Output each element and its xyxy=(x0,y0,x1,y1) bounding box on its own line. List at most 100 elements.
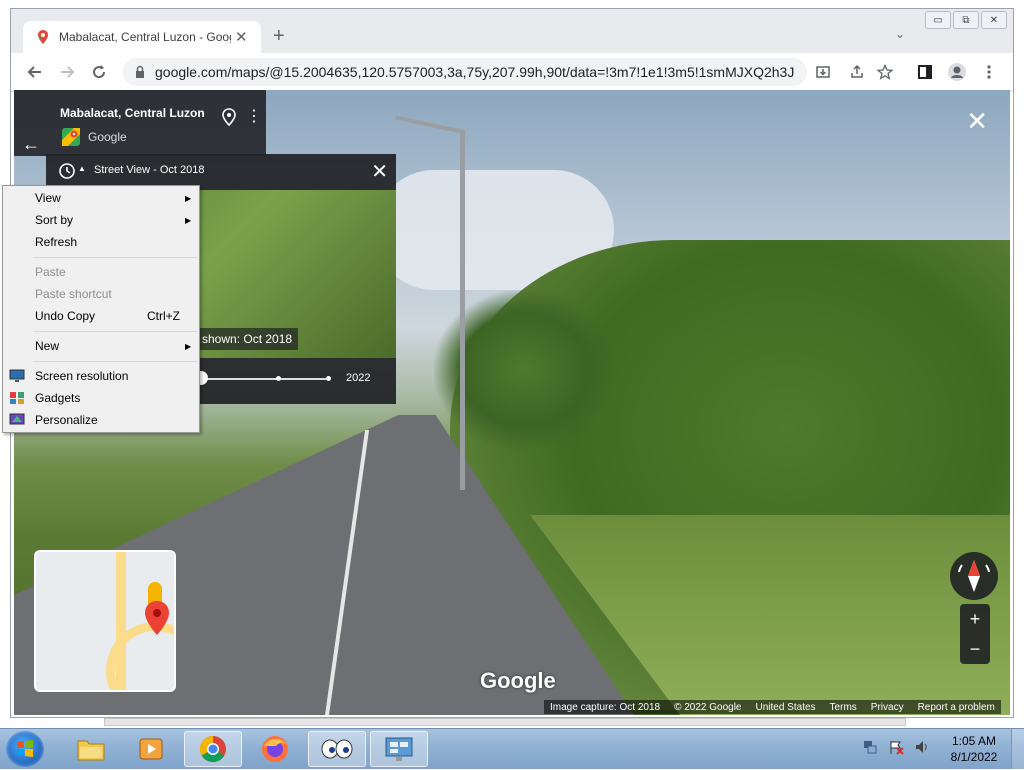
zoom-in-button[interactable]: + xyxy=(960,604,990,634)
time-machine-header: ▲ Street View - Oct 2018 ✕ xyxy=(46,154,396,186)
volume-icon[interactable] xyxy=(914,739,930,755)
close-time-machine-icon[interactable]: ✕ xyxy=(371,159,388,184)
shortcut-label: Ctrl+Z xyxy=(147,309,180,323)
menu-item-new[interactable]: New ▶ xyxy=(3,335,199,357)
more-options-icon[interactable]: ⋮ xyxy=(246,106,262,126)
firefox-icon xyxy=(262,736,288,762)
menu-item-gadgets[interactable]: Gadgets xyxy=(3,387,199,409)
menu-item-undo-copy[interactable]: Undo Copy Ctrl+Z xyxy=(3,305,199,327)
place-subtitle: Google xyxy=(88,130,127,144)
menu-item-paste-shortcut: Paste shortcut xyxy=(35,287,112,301)
url-text: google.com/maps/@15.2004635,120.5757003,… xyxy=(155,64,795,80)
copyright-text: © 2022 Google xyxy=(674,701,742,713)
monitor-icon xyxy=(9,369,25,382)
menu-kebab-icon[interactable] xyxy=(977,60,1001,84)
terms-link[interactable]: Terms xyxy=(830,702,857,713)
slider-track[interactable] xyxy=(196,378,328,380)
media-player-icon xyxy=(139,738,163,760)
menu-separator xyxy=(33,257,197,258)
show-desktop-button[interactable] xyxy=(1011,729,1024,769)
slider-tick[interactable] xyxy=(276,376,281,381)
taskbar-media-player[interactable] xyxy=(122,731,180,767)
location-pin-icon xyxy=(145,601,169,635)
slider-tick[interactable] xyxy=(326,376,331,381)
country-link[interactable]: United States xyxy=(756,702,816,713)
browser-tab[interactable]: Mabalacat, Central Luzon - Google Maps ✕ xyxy=(23,21,261,53)
action-center-flag-icon[interactable] xyxy=(888,739,904,755)
taskbar-clock[interactable]: 1:05 AM 8/1/2022 xyxy=(946,733,1002,765)
minimap[interactable] xyxy=(34,550,176,692)
compass-icon[interactable] xyxy=(950,552,998,600)
tab-close-icon[interactable]: ✕ xyxy=(235,28,248,46)
google-maps-logo-icon xyxy=(62,128,80,146)
close-street-view-icon[interactable]: ✕ xyxy=(966,106,988,137)
menu-separator xyxy=(33,331,197,332)
side-panel-icon[interactable] xyxy=(913,60,937,84)
taskbar-chrome[interactable] xyxy=(184,731,242,767)
zoom-control: + − xyxy=(960,604,990,664)
history-clock-icon[interactable] xyxy=(58,162,76,180)
tab-search-icon[interactable]: ⌄ xyxy=(895,27,905,41)
taskbar-eyes-app[interactable] xyxy=(308,731,366,767)
system-tray xyxy=(862,739,930,755)
taskbar-firefox[interactable] xyxy=(246,731,304,767)
google-watermark: Google xyxy=(480,668,556,693)
map-pin-icon[interactable] xyxy=(222,108,236,129)
start-button[interactable] xyxy=(6,731,44,767)
desktop-context-menu: View ▶ Sort by ▶ Refresh Paste Paste sho… xyxy=(2,185,200,433)
privacy-link[interactable]: Privacy xyxy=(871,702,904,713)
bookmark-star-icon[interactable] xyxy=(873,60,897,84)
menu-item-screen-resolution[interactable]: Screen resolution xyxy=(3,365,199,387)
submenu-arrow-icon: ▶ xyxy=(185,215,192,225)
back-arrow-icon[interactable]: ← xyxy=(22,134,40,155)
caret-up-icon[interactable]: ▲ xyxy=(78,164,86,173)
eyes-icon xyxy=(321,739,353,759)
menu-item-personalize[interactable]: Personalize xyxy=(3,409,199,431)
horizontal-scrollbar[interactable] xyxy=(104,718,906,726)
submenu-arrow-icon: ▶ xyxy=(185,193,192,203)
profile-avatar-icon[interactable] xyxy=(945,60,969,84)
time-machine-title: Street View - Oct 2018 xyxy=(94,164,205,176)
menu-item-paste: Paste xyxy=(35,265,66,279)
maximize-button[interactable]: ⧉ xyxy=(953,11,979,29)
lock-icon xyxy=(136,65,144,78)
install-icon[interactable] xyxy=(811,60,835,84)
back-icon[interactable] xyxy=(23,60,47,84)
menu-item-view[interactable]: View ▶ xyxy=(3,187,199,209)
map-footer: Image capture: Oct 2018 © 2022 Google Un… xyxy=(544,700,1001,714)
street-lamp-arm xyxy=(395,115,465,134)
taskbar: 1:05 AM 8/1/2022 xyxy=(0,728,1024,769)
report-problem-link[interactable]: Report a problem xyxy=(918,702,995,713)
share-icon[interactable] xyxy=(845,60,869,84)
shown-date-label: shown: Oct 2018 xyxy=(196,328,299,350)
forward-icon[interactable] xyxy=(55,60,79,84)
reload-icon[interactable] xyxy=(87,60,111,84)
new-tab-icon[interactable]: + xyxy=(273,25,285,48)
menu-separator xyxy=(33,361,197,362)
tab-title: Mabalacat, Central Luzon - Google Maps xyxy=(59,30,231,44)
menu-item-sort-by[interactable]: Sort by ▶ xyxy=(3,209,199,231)
taskbar-file-explorer[interactable] xyxy=(62,731,120,767)
google-maps-favicon-icon xyxy=(38,30,48,44)
control-panel-icon xyxy=(385,737,413,761)
windows-logo-icon xyxy=(17,740,33,757)
taskbar-control-panel[interactable] xyxy=(370,731,428,767)
menu-item-refresh[interactable]: Refresh xyxy=(3,231,199,253)
zoom-out-button[interactable]: − xyxy=(960,634,990,664)
image-capture-date: Image capture: Oct 2018 xyxy=(550,701,661,713)
gadgets-icon xyxy=(10,392,24,404)
window-controls: ▭ ⧉ ✕ xyxy=(925,11,1007,29)
network-icon[interactable] xyxy=(862,739,878,755)
file-explorer-icon xyxy=(77,740,105,761)
clock-time: 1:05 AM xyxy=(951,734,997,748)
chrome-icon xyxy=(199,735,226,763)
place-info-card: ← Mabalacat, Central Luzon Google ⋮ xyxy=(14,90,266,156)
close-window-button[interactable]: ✕ xyxy=(981,11,1007,29)
street-lamp-pole xyxy=(460,130,465,490)
personalize-icon xyxy=(9,413,25,425)
minimize-button[interactable]: ▭ xyxy=(925,11,951,29)
clock-date: 8/1/2022 xyxy=(950,750,998,764)
submenu-arrow-icon: ▶ xyxy=(185,341,192,351)
address-bar[interactable]: google.com/maps/@15.2004635,120.5757003,… xyxy=(123,58,807,86)
slider-end-year: 2022 xyxy=(346,372,371,384)
